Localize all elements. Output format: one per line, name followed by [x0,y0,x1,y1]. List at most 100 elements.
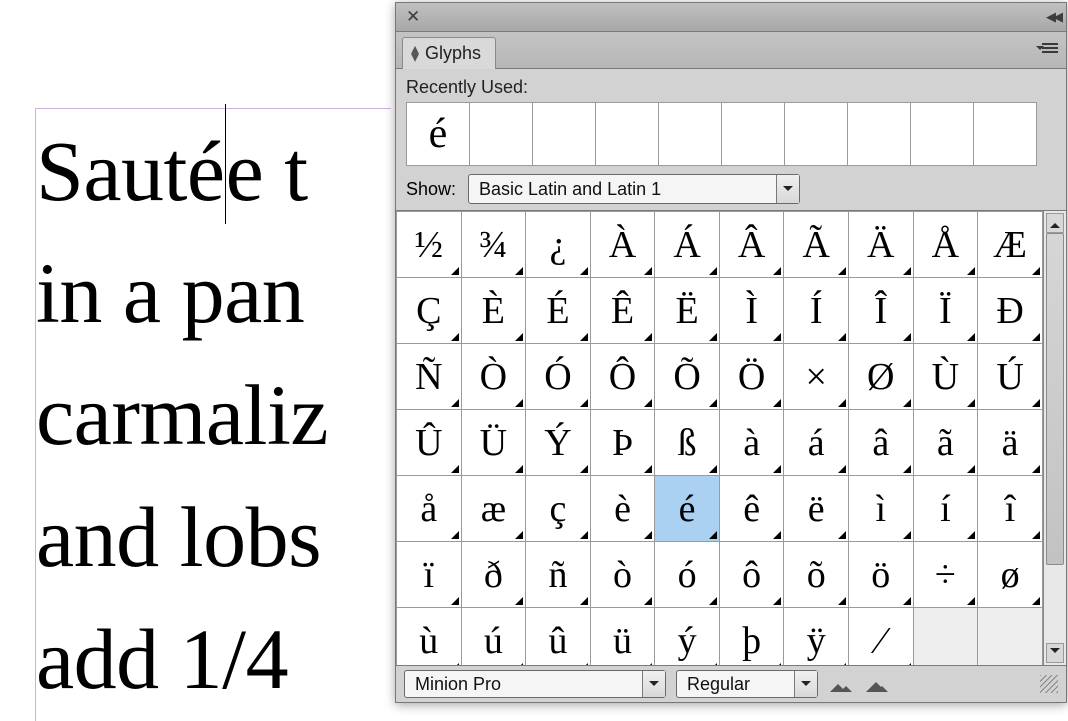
glyph-cell[interactable]: × [784,344,849,410]
glyph-cell[interactable]: ¾ [461,212,526,278]
glyph-cell[interactable]: Ô [590,344,655,410]
glyph-cell[interactable]: Ó [526,344,591,410]
glyph-cell[interactable]: Ø [849,344,914,410]
doc-text: carmaliz [36,367,328,463]
glyph-cell[interactable]: è [590,476,655,542]
glyph-cell[interactable]: Ö [719,344,784,410]
glyph-cell[interactable]: Û [397,410,462,476]
glyph-cell[interactable]: Ë [655,278,720,344]
recent-glyph-cell[interactable] [469,102,533,166]
glyph-cell[interactable]: ⁄ [849,608,914,666]
glyph-cell[interactable]: ý [655,608,720,666]
glyph-cell[interactable]: È [461,278,526,344]
glyph-cell[interactable]: Ä [849,212,914,278]
doc-text: and lobs [36,489,321,585]
zoom-in-icon[interactable] [866,676,892,692]
glyph-cell[interactable]: à [719,410,784,476]
recent-glyph-cell[interactable] [721,102,785,166]
collapse-icon[interactable]: ◀◀ [1046,9,1060,25]
font-dropdown[interactable]: Minion Pro [404,670,666,698]
glyph-cell[interactable]: Ç [397,278,462,344]
tab-glyphs[interactable]: ▴▾ Glyphs [402,37,496,69]
glyph-cell[interactable]: ê [719,476,784,542]
glyph-cell[interactable]: Ì [719,278,784,344]
glyph-cell[interactable]: õ [784,542,849,608]
glyph-cell[interactable]: ß [655,410,720,476]
resize-handle[interactable] [1040,675,1058,693]
glyph-cell[interactable]: ï [397,542,462,608]
glyph-cell[interactable]: î [978,476,1043,542]
glyph-cell[interactable]: Ã [784,212,849,278]
panel-menu-button[interactable] [1036,43,1058,68]
glyph-grid: ½¾¿ÀÁÂÃÄÅÆ ÇÈÉÊËÌÍÎÏÐ ÑÒÓÔÕÖ×ØÙÚ ÛÜÝÞßàáâãä… [396,211,1043,665]
glyph-cell[interactable]: þ [719,608,784,666]
scroll-down-button[interactable] [1046,643,1064,663]
text-frame[interactable]: Sautée t in a pan carmaliz and lobs add … [35,108,391,721]
glyph-cell[interactable]: í [913,476,978,542]
glyph-cell[interactable]: ü [590,608,655,666]
recent-glyph-cell[interactable]: é [406,102,470,166]
glyph-cell[interactable]: ¿ [526,212,591,278]
glyph-cell[interactable]: ½ [397,212,462,278]
glyph-cell[interactable]: Ü [461,410,526,476]
close-icon[interactable]: ✕ [402,7,424,27]
glyph-cell[interactable]: ì [849,476,914,542]
recent-glyph-cell[interactable] [910,102,974,166]
glyph-cell[interactable]: Þ [590,410,655,476]
style-dropdown[interactable]: Regular [676,670,818,698]
show-label: Show: [406,179,456,200]
glyph-cell[interactable]: Á [655,212,720,278]
recent-glyph-cell[interactable] [532,102,596,166]
glyph-cell[interactable]: ÿ [784,608,849,666]
glyph-cell[interactable]: ñ [526,542,591,608]
glyph-cell[interactable]: ù [397,608,462,666]
glyph-cell[interactable] [913,608,978,666]
glyph-cell[interactable]: Æ [978,212,1043,278]
glyph-cell[interactable]: À [590,212,655,278]
glyph-cell[interactable] [978,608,1043,666]
recent-glyph-cell[interactable] [595,102,659,166]
glyph-cell[interactable]: Õ [655,344,720,410]
glyph-cell[interactable]: ó [655,542,720,608]
glyph-cell[interactable]: ç [526,476,591,542]
glyph-cell[interactable]: Ý [526,410,591,476]
zoom-out-icon[interactable] [830,676,856,692]
glyph-cell[interactable]: ö [849,542,914,608]
glyph-cell[interactable]: û [526,608,591,666]
recent-glyph-cell[interactable] [973,102,1037,166]
glyph-cell[interactable]: Â [719,212,784,278]
glyph-cell[interactable]: å [397,476,462,542]
panel-titlebar[interactable]: ✕ ◀◀ [396,3,1066,32]
glyph-cell[interactable]: ò [590,542,655,608]
glyph-cell[interactable]: Å [913,212,978,278]
glyph-cell[interactable]: Ï [913,278,978,344]
glyph-cell[interactable]: æ [461,476,526,542]
vertical-scrollbar[interactable] [1043,211,1066,665]
scroll-thumb[interactable] [1046,233,1064,565]
scroll-up-button[interactable] [1046,213,1064,233]
glyph-cell[interactable]: ä [978,410,1043,476]
glyph-cell[interactable]: â [849,410,914,476]
glyph-cell[interactable]: Î [849,278,914,344]
show-dropdown[interactable]: Basic Latin and Latin 1 [468,174,800,204]
glyph-cell[interactable]: Ú [978,344,1043,410]
glyph-cell[interactable]: ð [461,542,526,608]
glyph-cell[interactable]: Ð [978,278,1043,344]
glyph-cell[interactable]: Ñ [397,344,462,410]
glyph-cell[interactable]: Ê [590,278,655,344]
recent-glyph-cell[interactable] [658,102,722,166]
glyph-cell[interactable]: ú [461,608,526,666]
recent-glyph-cell[interactable] [847,102,911,166]
glyph-cell[interactable]: á [784,410,849,476]
glyph-cell[interactable]: ô [719,542,784,608]
recent-glyph-cell[interactable] [784,102,848,166]
glyph-cell[interactable]: ë [784,476,849,542]
glyph-cell[interactable]: Í [784,278,849,344]
glyph-cell[interactable]: é [655,476,720,542]
glyph-cell[interactable]: ã [913,410,978,476]
glyph-cell[interactable]: Ò [461,344,526,410]
glyph-cell[interactable]: ø [978,542,1043,608]
glyph-cell[interactable]: É [526,278,591,344]
glyph-cell[interactable]: ÷ [913,542,978,608]
glyph-cell[interactable]: Ù [913,344,978,410]
